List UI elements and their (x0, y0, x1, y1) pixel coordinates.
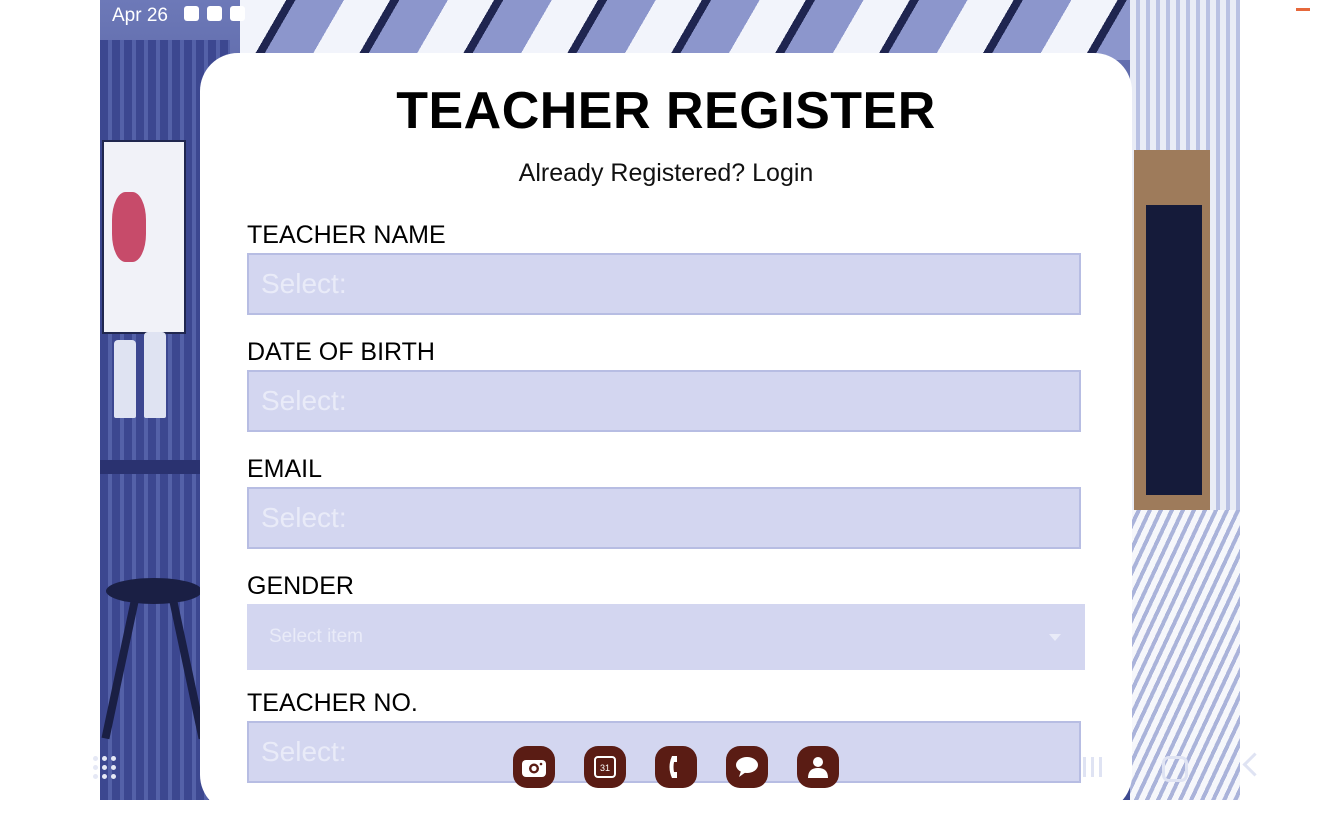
wallpaper-bottle (144, 332, 166, 418)
status-date: Apr 26 (112, 5, 168, 26)
phone-icon (669, 756, 677, 778)
recents-button[interactable] (1083, 757, 1102, 777)
wallpaper-stool (106, 578, 202, 604)
status-icons (184, 6, 245, 21)
phone-app-button[interactable] (655, 746, 697, 788)
wallpaper-poster (102, 140, 186, 334)
home-button[interactable] (1162, 756, 1188, 782)
wallpaper-poster-bug (112, 192, 146, 262)
calendar-icon: 31 (594, 756, 616, 778)
chevron-down-icon (1049, 634, 1061, 641)
apps-grid-icon[interactable] (93, 756, 116, 779)
teacher-name-input[interactable] (247, 253, 1081, 315)
alert-icon (207, 6, 222, 21)
contacts-app-button[interactable] (797, 746, 839, 788)
wallpaper-beams (240, 0, 1140, 60)
messages-icon (736, 757, 758, 777)
wallpaper-door-window (1146, 205, 1202, 495)
camera-icon (522, 760, 546, 777)
status-indicator (1296, 8, 1310, 11)
contacts-icon (808, 757, 828, 778)
messages-app-button[interactable] (726, 746, 768, 788)
wallpaper-right-wall (1130, 0, 1240, 800)
sync-icon (230, 6, 245, 21)
login-link[interactable]: Already Registered? Login (200, 159, 1132, 188)
teacher-no-label: TEACHER NO. (247, 689, 418, 717)
date-of-birth-label: DATE OF BIRTH (247, 338, 435, 366)
gender-dropdown-placeholder: Select item (269, 626, 363, 647)
back-button[interactable] (1242, 752, 1267, 777)
wallpaper-bottle (114, 340, 136, 418)
register-card: TEACHER REGISTER Already Registered? Log… (200, 53, 1132, 813)
app-dock: 31 (513, 746, 839, 788)
gallery-icon (184, 6, 199, 21)
page-title: TEACHER REGISTER (396, 82, 936, 140)
calendar-day: 31 (600, 763, 610, 773)
date-of-birth-input[interactable] (247, 370, 1081, 432)
camera-app-button[interactable] (513, 746, 555, 788)
gender-dropdown[interactable]: Select item (247, 604, 1085, 670)
calendar-app-button[interactable]: 31 (584, 746, 626, 788)
email-input[interactable] (247, 487, 1081, 549)
gender-label: GENDER (247, 572, 354, 600)
email-label: EMAIL (247, 455, 323, 483)
teacher-name-label: TEACHER NAME (247, 221, 446, 249)
